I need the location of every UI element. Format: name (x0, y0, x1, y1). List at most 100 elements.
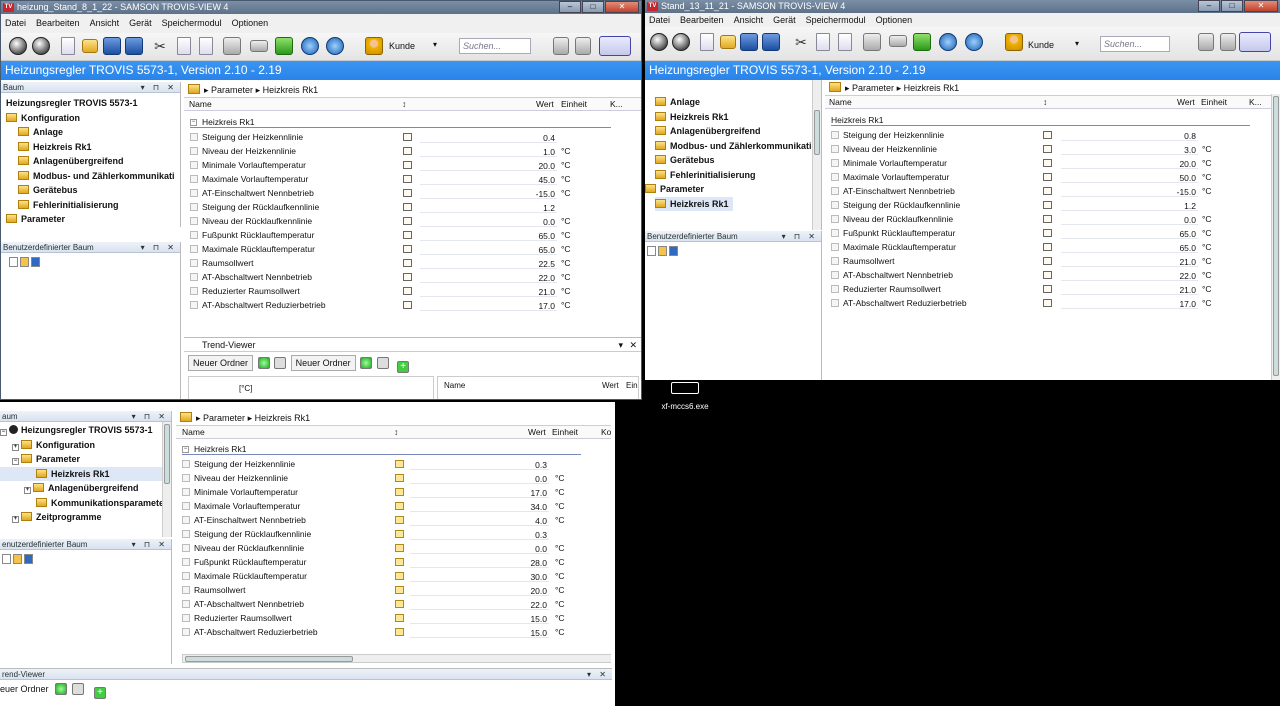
edit-icon[interactable] (403, 203, 412, 211)
edit-icon[interactable] (1043, 271, 1052, 279)
tree-item-parameter[interactable]: Parameter (645, 182, 821, 197)
user-dropdown[interactable]: Kunde (389, 41, 415, 51)
param-value[interactable]: 15.0 (410, 626, 549, 638)
param-value[interactable]: 45.0 (420, 173, 557, 185)
save-icon[interactable] (31, 256, 40, 267)
edit-icon[interactable] (1043, 285, 1052, 293)
window-titlebar[interactable]: TV Stand_13_11_21 - SAMSON TROVIS-VIEW 4… (645, 0, 1280, 13)
menu-datei[interactable]: Datei (649, 13, 670, 27)
edit-icon[interactable] (395, 460, 404, 468)
back-icon[interactable] (650, 33, 668, 51)
table-row[interactable]: AT-Abschaltwert Nennbetrieb 22.0 °C (184, 270, 641, 284)
edit-icon[interactable] (403, 231, 412, 239)
tree-scrollbar[interactable] (162, 422, 171, 537)
row-checkbox[interactable] (190, 203, 198, 211)
menu-speichermodul[interactable]: Speichermodul (806, 13, 866, 27)
edit-icon[interactable] (1043, 187, 1052, 195)
open-folder-icon[interactable] (720, 35, 736, 49)
col-name[interactable]: Name (182, 426, 205, 439)
close-icon[interactable]: ✕ (629, 338, 637, 352)
device-icon[interactable] (889, 35, 907, 47)
delete-icon[interactable] (274, 357, 287, 369)
param-value[interactable]: 20.0 (410, 584, 549, 596)
menu-speichermodul[interactable]: Speichermodul (162, 14, 222, 33)
param-value[interactable]: 0.8 (1061, 129, 1198, 141)
param-value[interactable]: 17.0 (1061, 297, 1198, 309)
col-name[interactable]: Name (829, 96, 852, 109)
param-value[interactable]: 65.0 (420, 229, 557, 241)
param-value[interactable]: 1.2 (420, 201, 557, 213)
edit-icon[interactable] (1043, 299, 1052, 307)
param-value[interactable]: 30.0 (410, 570, 549, 582)
search-input[interactable]: Suchen... (1100, 36, 1170, 52)
disconnect-icon[interactable] (599, 36, 631, 56)
export-icon[interactable] (575, 37, 591, 55)
param-value[interactable]: 22.0 (420, 271, 557, 283)
param-value[interactable]: 0.3 (410, 458, 549, 470)
table-row[interactable]: Niveau der Heizkennlinie 3.0 °C (825, 142, 1280, 156)
table-row[interactable]: Niveau der Heizkennlinie 0.0 °C (176, 471, 611, 485)
table-row[interactable]: Steigung der Heizkennlinie 0.3 (176, 457, 611, 471)
row-checkbox[interactable] (182, 460, 190, 468)
param-value[interactable]: 65.0 (420, 243, 557, 255)
param-value[interactable]: 28.0 (410, 556, 549, 568)
print-icon[interactable] (223, 37, 241, 55)
edit-icon[interactable] (395, 586, 404, 594)
row-checkbox[interactable] (831, 215, 839, 223)
edit-icon[interactable] (395, 558, 404, 566)
edit-icon[interactable] (1043, 257, 1052, 265)
menu-geraet[interactable]: Gerät (129, 14, 152, 33)
param-value[interactable]: 4.0 (410, 514, 549, 526)
row-checkbox[interactable] (190, 217, 198, 225)
table-row[interactable]: AT-Einschaltwert Nennbetrieb 4.0 °C (176, 513, 611, 527)
page-icon[interactable] (647, 245, 656, 256)
row-checkbox[interactable] (831, 159, 839, 167)
menu-ansicht[interactable]: Ansicht (734, 13, 764, 27)
trend-col-wert[interactable]: Wert (602, 381, 619, 390)
table-row[interactable]: AT-Abschaltwert Reduzierbetrieb 17.0 °C (184, 298, 641, 312)
trend-tab-1[interactable]: Neuer Ordner (188, 355, 254, 371)
table-row[interactable]: Minimale Vorlauftemperatur 20.0 °C (184, 158, 641, 172)
param-value[interactable]: 20.0 (420, 159, 557, 171)
row-checkbox[interactable] (182, 558, 190, 566)
page-icon[interactable] (9, 256, 18, 267)
close-button[interactable]: ✕ (605, 1, 639, 13)
table-row[interactable]: AT-Abschaltwert Nennbetrieb 22.0 °C (825, 268, 1280, 282)
tree-item-anlagenuebergreifend[interactable]: Anlagenübergreifend (645, 124, 821, 139)
edit-icon[interactable] (403, 245, 412, 253)
table-row[interactable]: Steigung der Rücklaufkennlinie 0.3 (176, 527, 611, 541)
export-icon[interactable] (1220, 33, 1236, 51)
page-icon[interactable] (2, 553, 11, 564)
table-row[interactable]: Reduzierter Raumsollwert 21.0 °C (825, 282, 1280, 296)
edit-icon[interactable] (403, 189, 412, 197)
edit-icon[interactable] (1043, 131, 1052, 139)
row-checkbox[interactable] (182, 572, 190, 580)
edit-icon[interactable] (1043, 243, 1052, 251)
row-checkbox[interactable] (182, 488, 190, 496)
save-icon[interactable] (740, 33, 758, 51)
row-checkbox[interactable] (831, 285, 839, 293)
row-checkbox[interactable] (831, 145, 839, 153)
edit-icon[interactable] (1043, 229, 1052, 237)
col-wert[interactable]: Wert (528, 426, 546, 439)
row-checkbox[interactable] (182, 628, 190, 636)
copy-icon[interactable] (177, 37, 191, 55)
param-value[interactable]: 21.0 (1061, 255, 1198, 267)
help-icon[interactable] (965, 33, 983, 51)
edit-icon[interactable] (395, 572, 404, 580)
table-row[interactable]: Steigung der Rücklaufkennlinie 1.2 (184, 200, 641, 214)
table-row[interactable]: Niveau der Rücklaufkennlinie 0.0 °C (176, 541, 611, 555)
tree-item-heizkreis[interactable]: Heizkreis Rk1 (1, 140, 180, 155)
table-row[interactable]: Fußpunkt Rücklauftemperatur 65.0 °C (825, 226, 1280, 240)
user-dropdown[interactable]: Kunde (1028, 40, 1054, 50)
back-icon[interactable] (9, 37, 27, 55)
sort-icon[interactable]: ↕ (1043, 96, 1047, 109)
col-einheit[interactable]: Einheit (1201, 96, 1227, 109)
close-button[interactable]: ✕ (1244, 0, 1278, 12)
row-checkbox[interactable] (831, 173, 839, 181)
new-file-icon[interactable] (61, 37, 75, 55)
chevron-down-icon[interactable]: ▾ (618, 338, 623, 352)
table-row[interactable]: Raumsollwert 22.5 °C (184, 256, 641, 270)
save-icon[interactable] (24, 553, 33, 564)
edit-icon[interactable] (403, 175, 412, 183)
